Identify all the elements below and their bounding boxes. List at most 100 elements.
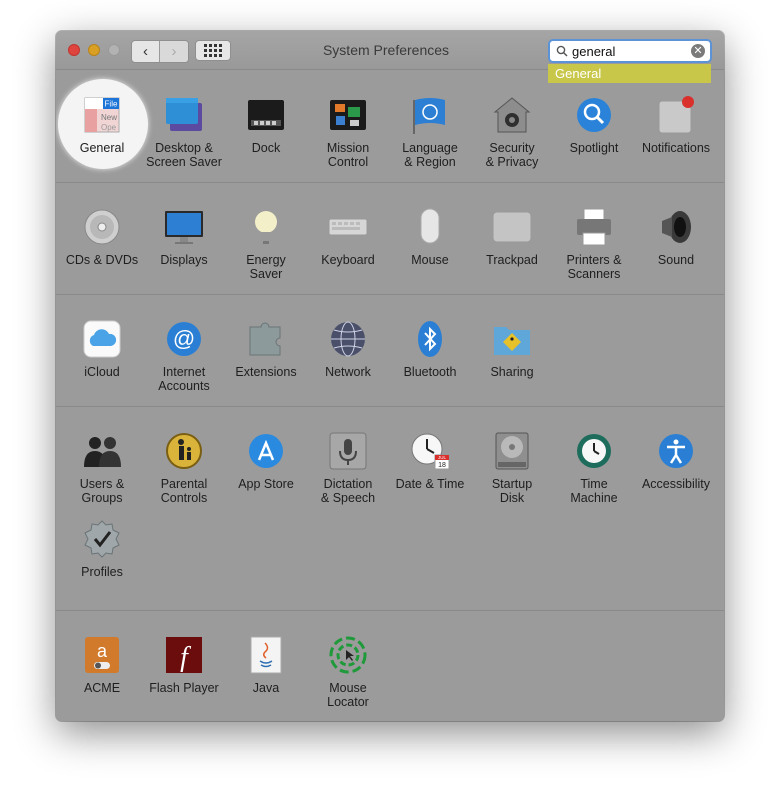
pane-icloud[interactable]: iCloud xyxy=(61,319,143,379)
pane-label: Desktop & Screen Saver xyxy=(146,141,222,169)
trackpad-icon xyxy=(492,207,532,247)
profiles-icon xyxy=(82,519,122,559)
minimize-button[interactable] xyxy=(88,44,100,56)
window-title: System Preferences xyxy=(322,42,450,58)
pane-display[interactable]: Displays xyxy=(143,207,225,267)
pane-flash[interactable]: f Flash Player xyxy=(143,635,225,695)
parental-icon xyxy=(164,431,204,471)
pane-security[interactable]: Security & Privacy xyxy=(471,95,553,169)
pane-accessibility[interactable]: Accessibility xyxy=(635,431,717,491)
show-all-button[interactable] xyxy=(195,40,231,61)
close-button[interactable] xyxy=(68,44,80,56)
pane-label: Energy Saver xyxy=(246,253,286,281)
pane-label: CDs & DVDs xyxy=(65,253,139,267)
pane-dock[interactable]: Dock xyxy=(225,95,307,155)
pane-label: Internet Accounts xyxy=(158,365,210,393)
forward-button[interactable]: › xyxy=(160,41,188,62)
pane-label: Sound xyxy=(657,253,695,267)
pane-label: Displays xyxy=(160,253,208,267)
pane-keyboard[interactable]: Keyboard xyxy=(307,207,389,267)
pane-parental[interactable]: Parental Controls xyxy=(143,431,225,505)
section-divider xyxy=(56,610,724,611)
pane-label: Notifications xyxy=(641,141,711,155)
pane-label: Sharing xyxy=(490,365,534,379)
cd-icon xyxy=(82,207,122,247)
svg-text:a: a xyxy=(97,641,108,661)
search-suggestion-general[interactable]: General xyxy=(548,64,711,83)
pane-acme[interactable]: a ACME xyxy=(61,635,143,695)
pane-sharing[interactable]: Sharing xyxy=(471,319,553,379)
pane-language[interactable]: Language & Region xyxy=(389,95,471,169)
pane-notifications[interactable]: Notifications xyxy=(635,95,717,155)
mouse-locator-icon xyxy=(328,635,368,675)
printer-icon xyxy=(574,207,614,247)
pane-label: ACME xyxy=(83,681,121,695)
svg-text:@: @ xyxy=(173,326,195,351)
pane-puzzle[interactable]: Extensions xyxy=(225,319,307,379)
pane-speaker[interactable]: Sound xyxy=(635,207,717,267)
general-icon: File New Ope xyxy=(82,95,122,135)
pane-label: Extensions xyxy=(235,365,297,379)
globe-icon xyxy=(328,319,368,359)
search-field[interactable]: ✕ xyxy=(548,39,712,63)
search-input[interactable] xyxy=(572,43,684,59)
pane-printer[interactable]: Printers & Scanners xyxy=(553,207,635,281)
pane-mission-control[interactable]: Mission Control xyxy=(307,95,389,169)
mission-control-icon xyxy=(328,95,368,135)
svg-text:File: File xyxy=(105,100,118,109)
accessibility-icon xyxy=(656,431,696,471)
pane-desktop[interactable]: Desktop & Screen Saver xyxy=(143,95,225,169)
pane-globe[interactable]: Network xyxy=(307,319,389,379)
icloud-icon xyxy=(82,319,122,359)
pane-clock[interactable]: JUL 18 Date & Time xyxy=(389,431,471,491)
svg-text:Ope: Ope xyxy=(101,123,117,132)
pane-label: Mission Control xyxy=(326,141,370,169)
pane-cd[interactable]: CDs & DVDs xyxy=(61,207,143,267)
pane-timemachine[interactable]: Time Machine xyxy=(553,431,635,505)
at-icon: @ xyxy=(164,319,204,359)
pane-label: Accessibility xyxy=(641,477,711,491)
pane-label: Keyboard xyxy=(321,253,375,267)
pane-trackpad[interactable]: Trackpad xyxy=(471,207,553,267)
clear-search-icon[interactable]: ✕ xyxy=(691,44,705,58)
pane-label: App Store xyxy=(238,477,294,491)
pane-general[interactable]: File New Ope General xyxy=(61,95,143,155)
pane-label: Dock xyxy=(251,141,281,155)
system-preferences-window: ‹ › System Preferences ✕ General File New… xyxy=(56,31,724,721)
pane-appstore[interactable]: App Store xyxy=(225,431,307,491)
pane-label: Language & Region xyxy=(402,141,458,169)
pane-bluetooth[interactable]: Bluetooth xyxy=(389,319,471,379)
pane-users[interactable]: Users & Groups xyxy=(61,431,143,505)
spotlight-icon xyxy=(574,95,614,135)
users-icon xyxy=(82,431,122,471)
acme-icon: a xyxy=(82,635,122,675)
sharing-icon xyxy=(492,319,532,359)
pane-label: Users & Groups xyxy=(79,477,125,505)
nav-buttons: ‹ › xyxy=(131,40,189,63)
pane-label: Java xyxy=(252,681,280,695)
pane-label: Bluetooth xyxy=(403,365,457,379)
pane-label: Trackpad xyxy=(486,253,538,267)
language-icon xyxy=(410,95,450,135)
pane-label: Profiles xyxy=(81,565,123,579)
zoom-button[interactable] xyxy=(108,44,120,56)
pane-java[interactable]: Java xyxy=(225,635,307,695)
pane-bulb[interactable]: Energy Saver xyxy=(225,207,307,281)
pane-at[interactable]: @ Internet Accounts xyxy=(143,319,225,393)
speaker-icon xyxy=(656,207,696,247)
appstore-icon xyxy=(246,431,286,471)
disk-icon xyxy=(492,431,532,471)
pane-disk[interactable]: Startup Disk xyxy=(471,431,553,505)
svg-text:New: New xyxy=(101,113,117,122)
bulb-icon xyxy=(246,207,286,247)
pane-profiles[interactable]: Profiles xyxy=(61,519,143,579)
pane-label: Flash Player xyxy=(149,681,219,695)
back-button[interactable]: ‹ xyxy=(132,41,160,62)
pane-microphone[interactable]: Dictation & Speech xyxy=(307,431,389,505)
pane-mouse[interactable]: Mouse xyxy=(389,207,471,267)
pane-label: Parental Controls xyxy=(160,477,208,505)
pane-label: Date & Time xyxy=(395,477,465,491)
pane-label: Printers & Scanners xyxy=(566,253,622,281)
pane-mouse-locator[interactable]: Mouse Locator xyxy=(307,635,389,709)
pane-spotlight[interactable]: Spotlight xyxy=(553,95,635,155)
